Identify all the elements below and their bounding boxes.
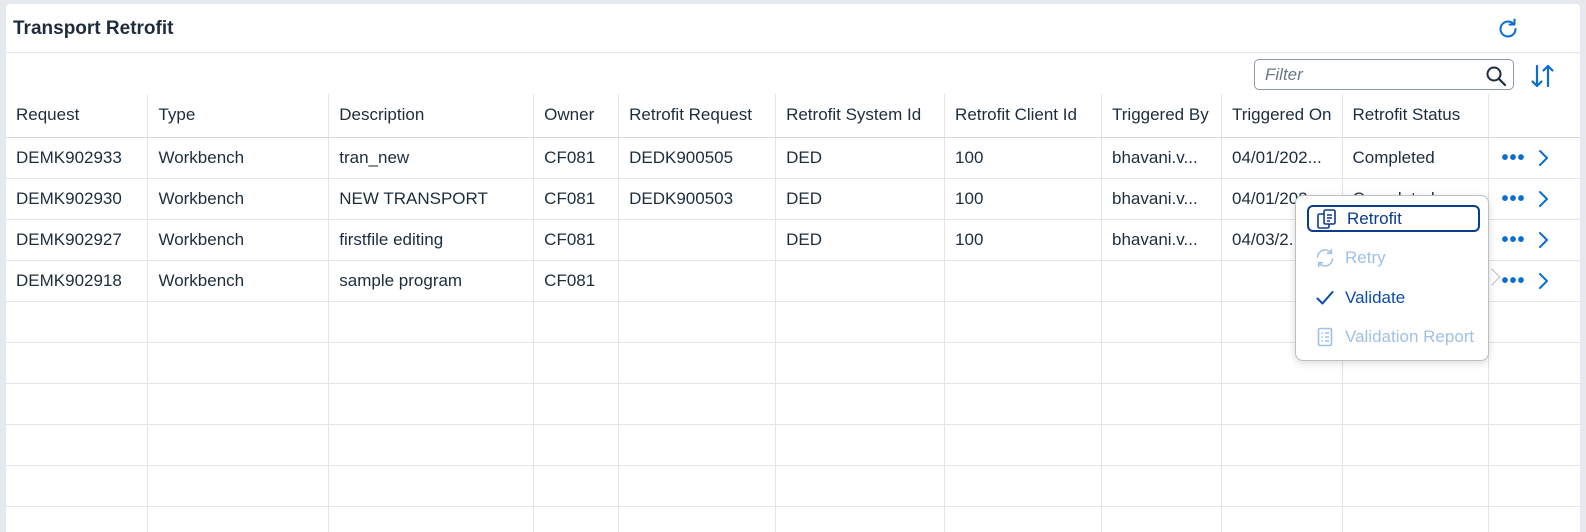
cell-retrofit-request <box>618 260 777 302</box>
cell-retrofit-request: DEDK900505 <box>618 137 777 179</box>
more-actions-button[interactable]: ••• <box>1501 230 1525 250</box>
cell-triggered-on: 04/01/202... <box>1221 137 1343 179</box>
cell-retrofit-system-id <box>775 260 946 302</box>
empty-row <box>6 424 1580 466</box>
chevron-right-icon <box>1539 190 1549 207</box>
navigate-button[interactable] <box>1537 190 1549 208</box>
column-header-retrofit-system-id[interactable]: Retrofit System Id <box>775 94 946 138</box>
cell-retrofit-client-id: 100 <box>944 219 1102 261</box>
table-header-row: Request Type Description Owner Retrofit … <box>6 94 1580 138</box>
cell-type: Workbench <box>147 219 330 261</box>
cell-retrofit-client-id: 100 <box>944 137 1102 179</box>
cell-owner: CF081 <box>533 219 620 261</box>
cell-owner: CF081 <box>533 178 620 220</box>
column-header-retrofit-status[interactable]: Retrofit Status <box>1342 94 1490 138</box>
column-header-triggered-on[interactable]: Triggered On <box>1221 94 1343 138</box>
menu-item-validate[interactable]: Validate <box>1307 284 1480 311</box>
menu-item-label: Validate <box>1345 287 1406 307</box>
filter-input[interactable] <box>1265 64 1475 86</box>
filter-field[interactable] <box>1254 59 1514 90</box>
cell-description: sample program <box>328 260 535 302</box>
cell-triggered-by <box>1101 260 1222 302</box>
cell-retrofit-system-id: DED <box>775 219 946 261</box>
column-header-retrofit-client-id[interactable]: Retrofit Client Id <box>944 94 1102 138</box>
refresh-button[interactable] <box>1493 14 1523 44</box>
empty-row <box>6 506 1580 532</box>
row-actions-menu: Retrofit Retry Validate Validation Repor… <box>1295 195 1489 361</box>
more-actions-button[interactable]: ••• <box>1501 189 1525 209</box>
cell-retrofit-request <box>618 219 777 261</box>
menu-item-retry[interactable]: Retry <box>1307 244 1480 271</box>
sort-icon <box>1531 64 1554 88</box>
refresh-icon <box>1313 246 1337 270</box>
menu-item-label: Retrofit <box>1347 208 1402 228</box>
column-header-triggered-by[interactable]: Triggered By <box>1101 94 1222 138</box>
cell-row-actions: ••• <box>1488 219 1580 261</box>
empty-row <box>6 465 1580 507</box>
checkmark-icon <box>1313 286 1337 310</box>
navigate-button[interactable] <box>1537 149 1549 167</box>
cell-retrofit-system-id: DED <box>775 178 946 220</box>
column-header-type[interactable]: Type <box>147 94 330 138</box>
column-header-owner[interactable]: Owner <box>533 94 620 138</box>
chevron-right-icon <box>1539 231 1549 248</box>
cell-type: Workbench <box>147 137 330 179</box>
cell-retrofit-client-id: 100 <box>944 178 1102 220</box>
navigate-button[interactable] <box>1537 272 1549 290</box>
column-header-retrofit-request[interactable]: Retrofit Request <box>618 94 777 138</box>
cell-row-actions: ••• <box>1488 260 1580 302</box>
cell-description: tran_new <box>328 137 535 179</box>
cell-owner: CF081 <box>533 137 620 179</box>
cell-request: DEMK902918 <box>6 260 149 302</box>
cell-triggered-by: bhavani.v... <box>1101 137 1222 179</box>
page-title: Transport Retrofit <box>13 18 174 39</box>
report-icon <box>1313 325 1337 349</box>
cell-description: NEW TRANSPORT <box>328 178 535 220</box>
more-actions-button[interactable]: ••• <box>1501 148 1525 168</box>
column-header-description[interactable]: Description <box>328 94 535 138</box>
cell-request: DEMK902927 <box>6 219 149 261</box>
panel-header: Transport Retrofit <box>6 4 1580 53</box>
copy-icon <box>1315 207 1339 231</box>
chevron-right-icon <box>1539 272 1549 289</box>
cell-row-actions: ••• <box>1488 137 1580 179</box>
cell-retrofit-request: DEDK900503 <box>618 178 777 220</box>
cell-type: Workbench <box>147 178 330 220</box>
sort-button[interactable] <box>1528 61 1558 91</box>
table-row[interactable]: DEMK902933 Workbench tran_new CF081 DEDK… <box>6 137 1580 179</box>
cell-owner: CF081 <box>533 260 620 302</box>
more-actions-button[interactable]: ••• <box>1501 271 1525 291</box>
column-header-actions <box>1488 94 1580 138</box>
menu-item-validation-report[interactable]: Validation Report <box>1307 323 1480 350</box>
column-header-request[interactable]: Request <box>6 94 149 138</box>
cell-retrofit-status: Completed <box>1342 137 1490 179</box>
refresh-icon <box>1499 18 1517 38</box>
cell-request: DEMK902930 <box>6 178 149 220</box>
menu-item-retrofit[interactable]: Retrofit <box>1307 205 1480 232</box>
empty-row <box>6 383 1580 425</box>
navigate-button[interactable] <box>1537 231 1549 249</box>
cell-retrofit-client-id <box>944 260 1102 302</box>
menu-item-label: Retry <box>1345 247 1386 267</box>
search-icon[interactable] <box>1485 65 1507 87</box>
cell-description: firstfile editing <box>328 219 535 261</box>
cell-row-actions: ••• <box>1488 178 1580 220</box>
menu-item-label: Validation Report <box>1345 326 1475 346</box>
cell-retrofit-system-id: DED <box>775 137 946 179</box>
cell-request: DEMK902933 <box>6 137 149 179</box>
cell-triggered-by: bhavani.v... <box>1101 178 1222 220</box>
cell-triggered-by: bhavani.v... <box>1101 219 1222 261</box>
cell-type: Workbench <box>147 260 330 302</box>
chevron-right-icon <box>1539 149 1549 166</box>
